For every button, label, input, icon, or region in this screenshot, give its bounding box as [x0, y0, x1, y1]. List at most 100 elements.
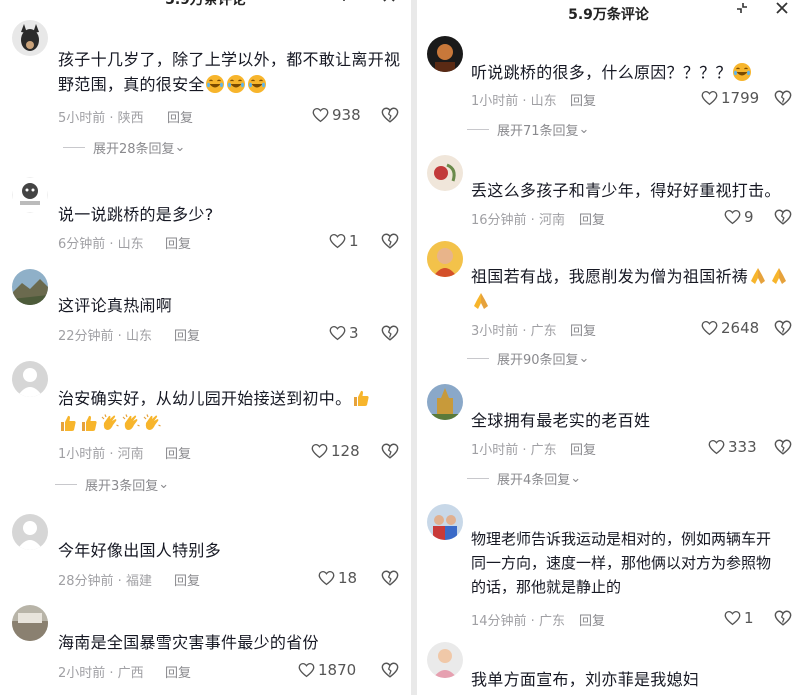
reply-button[interactable]: 回复 [570, 320, 596, 339]
like-button[interactable]: 938 [312, 106, 361, 124]
broken-heart-icon[interactable] [381, 661, 399, 679]
avatar[interactable] [12, 269, 48, 305]
collapse-icon[interactable] [732, 1, 752, 21]
avatar[interactable] [12, 361, 48, 397]
reply-button[interactable]: 回复 [165, 443, 191, 462]
like-count: 3 [349, 324, 359, 342]
heart-icon [311, 443, 328, 459]
comment-text: 我单方面宣布，刘亦菲是我媳妇 [471, 670, 700, 689]
reply-button[interactable]: 回复 [579, 610, 605, 629]
broken-heart-icon[interactable] [381, 442, 399, 460]
reply-button[interactable]: 回复 [167, 107, 193, 126]
like-button[interactable]: 1 [329, 232, 359, 250]
divider [63, 147, 85, 148]
like-count: 128 [331, 442, 360, 460]
like-button[interactable]: 1 [724, 609, 754, 627]
pray-emoji-icon [769, 266, 789, 286]
close-icon[interactable] [379, 0, 399, 9]
avatar[interactable] [427, 241, 463, 277]
thumbs-up-emoji-icon [351, 388, 371, 408]
heart-icon [329, 233, 346, 249]
broken-heart-icon[interactable] [774, 208, 792, 226]
heart-icon [329, 325, 346, 341]
like-button[interactable]: 1799 [701, 89, 759, 107]
avatar[interactable] [427, 642, 463, 678]
heart-icon [312, 107, 329, 123]
reply-button[interactable]: 回复 [570, 90, 596, 109]
thumbs-up-emoji-icon [58, 413, 78, 433]
chevron-down-icon: ⌄ [578, 122, 590, 137]
comment-time-location: 2小时前 · 广西 [58, 666, 144, 681]
collapse-icon[interactable] [335, 0, 355, 9]
pray-emoji-icon [471, 291, 491, 311]
comment-time-location: 1小时前 · 山东 [471, 94, 557, 109]
comment-time-location: 14分钟前 · 广东 [471, 614, 565, 629]
comment-time-location: 6分钟前 · 山东 [58, 237, 144, 252]
expand-replies-label: 展开71条回复 [497, 124, 579, 139]
like-count: 18 [338, 569, 358, 587]
reply-button[interactable]: 回复 [570, 439, 596, 458]
like-count: 9 [744, 208, 754, 226]
comment-time-location: 1小时前 · 河南 [58, 447, 144, 462]
like-button[interactable]: 333 [708, 438, 757, 456]
comment-text: 全球拥有最老实的老百姓 [471, 411, 651, 430]
avatar[interactable] [427, 155, 463, 191]
avatar[interactable] [427, 36, 463, 72]
clap-emoji-icon [121, 413, 141, 433]
avatar[interactable] [427, 384, 463, 420]
expand-replies-label: 展开4条回复 [497, 473, 571, 488]
pray-emoji-icon [748, 266, 768, 286]
comment-text: 听说跳桥的很多，什么原因？？？？ [471, 60, 791, 85]
broken-heart-icon[interactable] [774, 438, 792, 456]
comment-text: 孩子十几岁了，除了上学以外，都不敢让离开视野范围，真的很安全 [58, 50, 401, 94]
expand-replies-button[interactable]: 展开3条回复 ⌄ [55, 475, 169, 494]
comment-text: 海南是全国暴雪灾害事件最少的省份 [58, 633, 319, 652]
reply-button[interactable]: 回复 [174, 325, 200, 344]
avatar[interactable] [12, 605, 48, 641]
clap-emoji-icon [142, 413, 162, 433]
broken-heart-icon[interactable] [381, 232, 399, 250]
close-icon[interactable] [772, 1, 792, 21]
avatar[interactable] [12, 514, 48, 550]
avatar[interactable] [12, 177, 48, 213]
chevron-down-icon: ⌄ [578, 351, 590, 366]
avatar[interactable] [427, 504, 463, 540]
broken-heart-icon[interactable] [381, 324, 399, 342]
expand-replies-button[interactable]: 展开4条回复 ⌄ [467, 469, 581, 488]
comment-text: 今年好像出国人特别多 [58, 541, 222, 560]
like-button[interactable]: 1870 [298, 661, 356, 679]
avatar[interactable] [12, 20, 48, 56]
broken-heart-icon[interactable] [381, 106, 399, 124]
thumbs-up-emoji-icon [79, 413, 99, 433]
reply-button[interactable]: 回复 [579, 209, 605, 228]
like-button[interactable]: 128 [311, 442, 360, 460]
broken-heart-icon[interactable] [774, 609, 792, 627]
like-button[interactable]: 2648 [701, 319, 759, 337]
comments-panel-left: 5.9万条评论 孩子十几岁了，除了上学以外，都不敢让离开视野范围，真的很安全 5… [0, 0, 411, 695]
clap-emoji-icon [100, 413, 120, 433]
like-button[interactable]: 18 [318, 569, 357, 587]
comment-text: 这评论真热闹啊 [58, 296, 173, 315]
reply-button[interactable]: 回复 [165, 662, 191, 681]
divider [467, 478, 489, 479]
laugh-emoji-icon [226, 74, 246, 94]
like-count: 938 [332, 106, 361, 124]
comment-time-location: 22分钟前 · 山东 [58, 329, 152, 344]
comment-time-location: 16分钟前 · 河南 [471, 213, 565, 228]
comment-time-location: 28分钟前 · 福建 [58, 574, 152, 589]
like-button[interactable]: 3 [329, 324, 359, 342]
expand-replies-label: 展开3条回复 [85, 479, 159, 494]
reply-button[interactable]: 回复 [165, 233, 191, 252]
broken-heart-icon[interactable] [774, 319, 792, 337]
broken-heart-icon[interactable] [774, 89, 792, 107]
like-button[interactable]: 9 [724, 208, 754, 226]
expand-replies-button[interactable]: 展开71条回复 ⌄ [467, 120, 589, 139]
reply-button[interactable]: 回复 [174, 570, 200, 589]
like-count: 333 [728, 438, 757, 456]
expand-replies-button[interactable]: 展开90条回复 ⌄ [467, 349, 589, 368]
comments-header: 5.9万条评论 [417, 0, 800, 30]
broken-heart-icon[interactable] [381, 569, 399, 587]
divider [467, 129, 489, 130]
comment-text: 物理老师告诉我运动是相对的，例如两辆车开 同一方向，速度一样，那他俩以对方为参照物… [471, 530, 772, 596]
expand-replies-button[interactable]: 展开28条回复 ⌄ [63, 138, 185, 157]
